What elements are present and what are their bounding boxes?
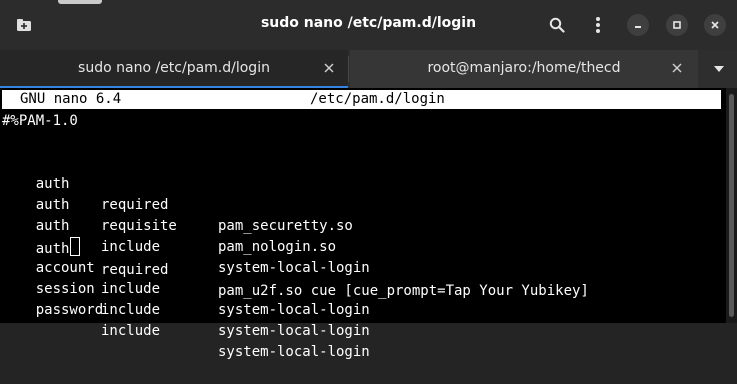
pam-module: system-local-login (218, 344, 370, 360)
file-line: password include system-local-login (2, 279, 370, 360)
background-window-sliver (58, 0, 102, 4)
pam-control: include (101, 302, 161, 318)
scrollbar-thumb[interactable] (729, 94, 734, 317)
file-line: auth required pam_u2f.so cue [cue_prompt… (2, 216, 589, 299)
pam-module: pam_u2f.so cue [cue_prompt=Tap Your Yubi… (218, 283, 589, 299)
pam-module: pam_securetty.so (218, 218, 353, 234)
tab-label: sudo nano /etc/pam.d/login (78, 60, 270, 76)
pam-control: include (101, 281, 161, 297)
nano-title-bar: GNU nano 6.4 /etc/pam.d/login (2, 90, 721, 109)
search-button[interactable] (545, 13, 569, 37)
maximize-icon (673, 21, 681, 29)
tab-close-button[interactable] (321, 60, 337, 76)
minimize-icon (635, 26, 641, 28)
file-line: account include system-local-login (2, 237, 370, 318)
pam-control: requisite (101, 218, 177, 234)
terminal-scrollbar[interactable] (726, 88, 737, 323)
pam-module: pam_nologin.so (218, 239, 337, 255)
minimize-button[interactable] (627, 14, 649, 36)
pam-control: required (101, 262, 169, 278)
terminal-area[interactable]: GNU nano 6.4 /etc/pam.d/login #%PAM-1.0 … (0, 88, 726, 360)
pam-module: system-local-login (218, 302, 370, 318)
search-icon (549, 17, 565, 33)
tab-separator (348, 56, 349, 82)
pam-module: system-local-login (218, 260, 370, 276)
tab-close-icon (672, 63, 682, 73)
file-line: #%PAM-1.0 (2, 113, 78, 129)
close-button[interactable] (704, 14, 726, 36)
pam-control: required (101, 197, 169, 213)
header-bar: sudo nano /etc/pam.d/login (0, 0, 737, 50)
nano-filename: /etc/pam.d/login (310, 91, 445, 107)
pam-module: system-local-login (218, 323, 370, 339)
pam-type: password (35, 302, 104, 318)
maximize-button[interactable] (666, 14, 688, 36)
dropdown-icon (713, 66, 724, 72)
tab-label: root@manjaro:/home/thecd (427, 60, 621, 76)
kebab-menu-icon (596, 17, 600, 33)
pam-control: include (101, 323, 161, 339)
tab-root-shell[interactable]: root@manjaro:/home/thecd (350, 50, 698, 88)
file-line: session include system-local-login (2, 258, 370, 339)
pam-control: include (101, 239, 161, 255)
tab-nano[interactable]: sudo nano /etc/pam.d/login (0, 50, 348, 88)
tab-close-icon (324, 63, 334, 73)
file-line: auth requisite pam_nologin.so (2, 174, 336, 255)
menu-button[interactable] (586, 13, 610, 37)
tab-close-button[interactable] (669, 60, 685, 76)
tabs-dropdown-button[interactable] (700, 50, 737, 88)
tab-bar: sudo nano /etc/pam.d/login root@manjaro:… (0, 50, 737, 88)
nano-version: GNU nano 6.4 (20, 91, 122, 107)
file-line: auth include system-local-login (2, 195, 370, 276)
close-icon (711, 21, 719, 29)
file-line: auth required pam_securetty.so (2, 153, 353, 234)
